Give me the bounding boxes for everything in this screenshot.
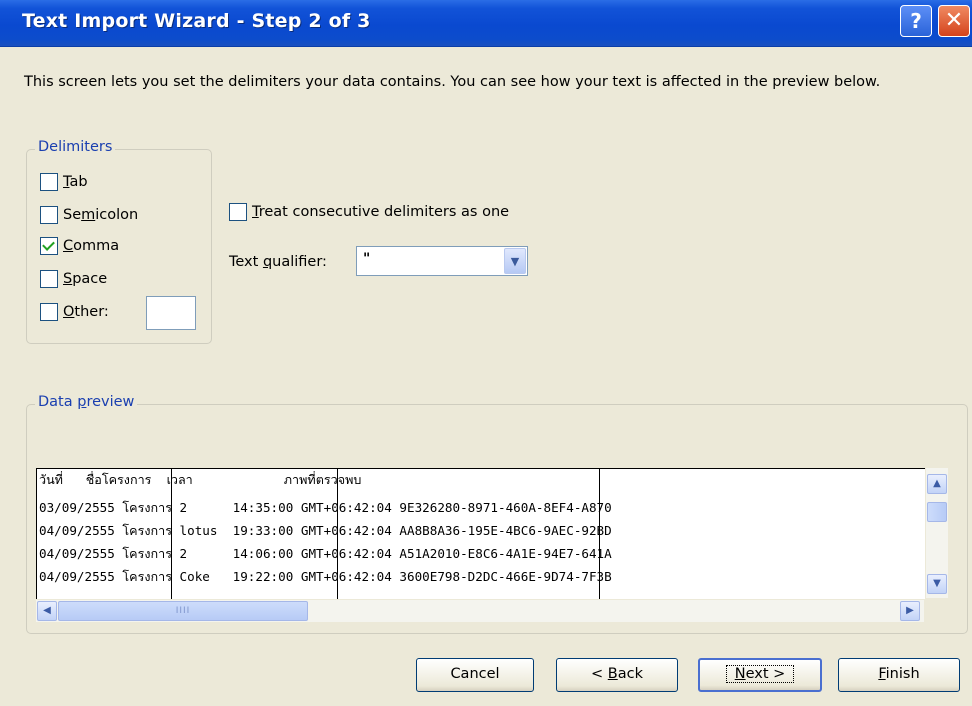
scroll-up-icon[interactable]: ▲	[927, 474, 947, 494]
vertical-scrollbar[interactable]: ▲ ▼	[926, 468, 948, 598]
data-preview-grid[interactable]: วันที่ ชื่อโครงการ เวลา ภาพที่ตรวจพบ 03/…	[36, 468, 925, 599]
next-button[interactable]: Next >	[698, 658, 822, 692]
consecutive-delimiters-row[interactable]: Treat consecutive delimiters as one	[229, 201, 509, 223]
close-icon: ✕	[944, 8, 964, 33]
other-label: Other:	[63, 304, 109, 320]
help-button[interactable]: ?	[900, 5, 932, 37]
semicolon-label: Semicolon	[63, 207, 139, 223]
help-icon: ?	[910, 9, 922, 33]
other-checkbox-row[interactable]: Other:	[40, 301, 109, 323]
data-preview-legend: Data preview	[35, 394, 138, 410]
text-qualifier-select[interactable]: " ▼	[356, 246, 528, 276]
scroll-left-icon[interactable]: ◀	[37, 601, 57, 621]
other-checkbox[interactable]	[40, 303, 58, 321]
semicolon-checkbox[interactable]	[40, 206, 58, 224]
close-button[interactable]: ✕	[938, 5, 970, 37]
consecutive-delimiters-label: Treat consecutive delimiters as one	[252, 204, 510, 220]
text-qualifier-label: Text qualifier:	[229, 254, 327, 270]
horizontal-scrollbar[interactable]: ◀ IIII ▶	[36, 600, 924, 622]
space-checkbox[interactable]	[40, 270, 58, 288]
tab-checkbox[interactable]	[40, 173, 58, 191]
finish-button[interactable]: Finish	[838, 658, 960, 692]
comma-checkbox-row[interactable]: Comma	[40, 235, 119, 257]
scroll-right-icon[interactable]: ▶	[900, 601, 920, 621]
text-qualifier-value: "	[363, 251, 371, 267]
vertical-scroll-thumb[interactable]	[927, 502, 947, 522]
preview-row: 03/09/2555 โครงการ 2 14:35:00 GMT+06:42:…	[39, 500, 612, 515]
instructions-text: This screen lets you set the delimiters …	[24, 74, 881, 90]
cancel-button[interactable]: Cancel	[416, 658, 534, 692]
semicolon-checkbox-row[interactable]: Semicolon	[40, 204, 138, 226]
window-title: Text Import Wizard - Step 2 of 3	[22, 10, 371, 32]
chevron-down-icon[interactable]: ▼	[504, 248, 526, 274]
consecutive-delimiters-checkbox[interactable]	[229, 203, 247, 221]
space-label: Space	[63, 271, 108, 287]
preview-row: 04/09/2555 โครงการ lotus 19:33:00 GMT+06…	[39, 523, 612, 538]
other-delimiter-input[interactable]	[146, 296, 196, 330]
preview-row: 04/09/2555 โครงการ Coke 19:22:00 GMT+06:…	[39, 569, 612, 584]
comma-checkbox[interactable]	[40, 237, 58, 255]
scroll-down-icon[interactable]: ▼	[927, 574, 947, 594]
title-bar[interactable]: Text Import Wizard - Step 2 of 3 ? ✕	[0, 0, 972, 47]
delimiters-legend: Delimiters	[35, 139, 116, 155]
comma-label: Comma	[63, 238, 120, 254]
tab-checkbox-row[interactable]: Tab	[40, 171, 88, 193]
preview-row: วันที่ ชื่อโครงการ เวลา ภาพที่ตรวจพบ	[39, 472, 362, 487]
space-checkbox-row[interactable]: Space	[40, 268, 107, 290]
preview-row: 04/09/2555 โครงการ 2 14:06:00 GMT+06:42:…	[39, 546, 612, 561]
horizontal-scroll-thumb[interactable]: IIII	[58, 601, 308, 621]
back-button[interactable]: < Back	[556, 658, 678, 692]
tab-label: Tab	[63, 174, 88, 190]
